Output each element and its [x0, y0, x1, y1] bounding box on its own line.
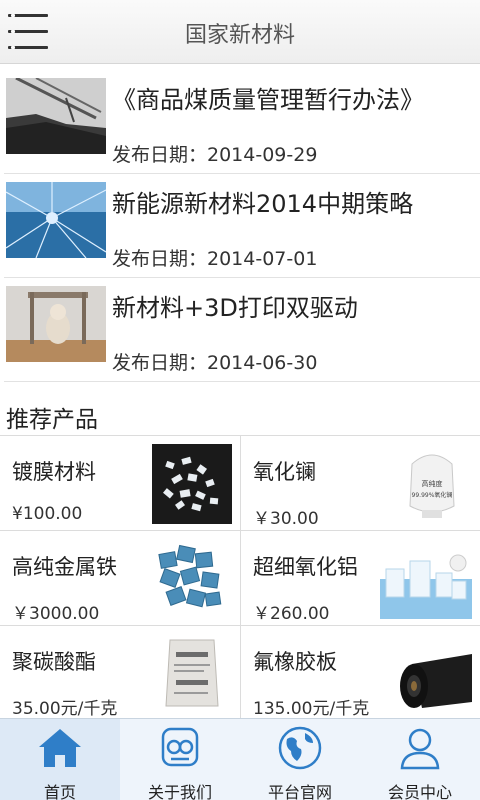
product-name: 超细氧化铝	[253, 555, 358, 579]
product-price: ￥30.00	[253, 509, 319, 529]
news-thumbnail-3d-printer	[6, 286, 106, 362]
product-image-polycarbonate	[152, 634, 232, 714]
product-grid: 镀膜材料 ¥100.00 氧化镧 ￥30.00 高纯度 99.99%氧化镧 高纯…	[0, 435, 480, 721]
news-title: 新能源新材料2014中期策略	[112, 190, 414, 218]
product-price: 35.00元/千克	[12, 699, 118, 719]
product-name: 高纯金属铁	[12, 555, 117, 579]
tab-member-center[interactable]: 会员中心	[360, 719, 480, 800]
product-card[interactable]: 氟橡胶板 135.00元/千克	[240, 626, 480, 721]
tab-label: 关于我们	[147, 783, 212, 800]
news-item[interactable]: 新能源新材料2014中期策略 发布日期：2014-07-01	[4, 174, 480, 278]
news-date: 发布日期：2014-09-29	[112, 144, 318, 166]
tab-about-us[interactable]: 关于我们	[120, 719, 240, 800]
about-icon	[157, 725, 203, 771]
member-icon	[397, 725, 443, 771]
bag-label-2: 99.99%氧化镧	[412, 491, 453, 499]
top-bar: 国家新材料	[0, 0, 480, 64]
product-name: 氟橡胶板	[253, 650, 337, 674]
home-icon	[37, 725, 83, 771]
product-price: 135.00元/千克	[253, 699, 370, 719]
tab-label: 会员中心	[387, 783, 452, 800]
news-thumbnail-coal	[6, 78, 106, 154]
news-item[interactable]: 《商品煤质量管理暂行办法》 发布日期：2014-09-29	[4, 70, 480, 174]
news-thumbnail-glass	[6, 182, 106, 258]
product-image-alumina	[380, 539, 472, 619]
app-root: 国家新材料 《商品煤质量管理暂行办法》 发布日期：2014-09-29 新能源新…	[0, 0, 480, 800]
product-price: ¥100.00	[12, 504, 83, 524]
page-title: 国家新材料	[184, 23, 295, 48]
product-image-lanthanum-oxide: 高纯度 99.99%氧化镧	[392, 444, 472, 524]
product-card[interactable]: 聚碳酸酯 35.00元/千克	[0, 626, 240, 721]
product-price: ￥3000.00	[12, 604, 100, 624]
product-image-coating-material	[152, 444, 232, 524]
product-card[interactable]: 氧化镧 ￥30.00 高纯度 99.99%氧化镧	[240, 436, 480, 531]
tab-label: 平台官网	[267, 783, 332, 800]
section-title-products: 推荐产品	[6, 407, 98, 433]
tab-home[interactable]: 首页	[0, 719, 120, 800]
bag-label-1: 高纯度	[422, 479, 443, 488]
news-date: 发布日期：2014-07-01	[112, 248, 318, 270]
news-title: 新材料+3D打印双驱动	[112, 294, 358, 322]
product-name: 镀膜材料	[12, 460, 96, 484]
globe-icon	[277, 725, 323, 771]
product-image-fluororubber-sheet	[392, 634, 472, 714]
news-title: 《商品煤质量管理暂行办法》	[112, 86, 424, 114]
product-card[interactable]: 超细氧化铝 ￥260.00	[240, 531, 480, 626]
product-image-pure-iron	[152, 539, 232, 619]
bottom-nav: 首页 关于我们 平台官网 会员中心	[0, 718, 480, 800]
news-date: 发布日期：2014-06-30	[112, 352, 318, 374]
news-item[interactable]: 新材料+3D打印双驱动 发布日期：2014-06-30	[4, 278, 480, 382]
news-list: 《商品煤质量管理暂行办法》 发布日期：2014-09-29 新能源新材料2014…	[0, 70, 480, 382]
product-card[interactable]: 镀膜材料 ¥100.00	[0, 436, 240, 531]
product-price: ￥260.00	[253, 604, 330, 624]
product-name: 氧化镧	[253, 460, 316, 484]
tab-label: 首页	[43, 783, 76, 800]
product-card[interactable]: 高纯金属铁 ￥3000.00	[0, 531, 240, 626]
tab-official-site[interactable]: 平台官网	[240, 719, 360, 800]
product-name: 聚碳酸酯	[12, 650, 96, 674]
